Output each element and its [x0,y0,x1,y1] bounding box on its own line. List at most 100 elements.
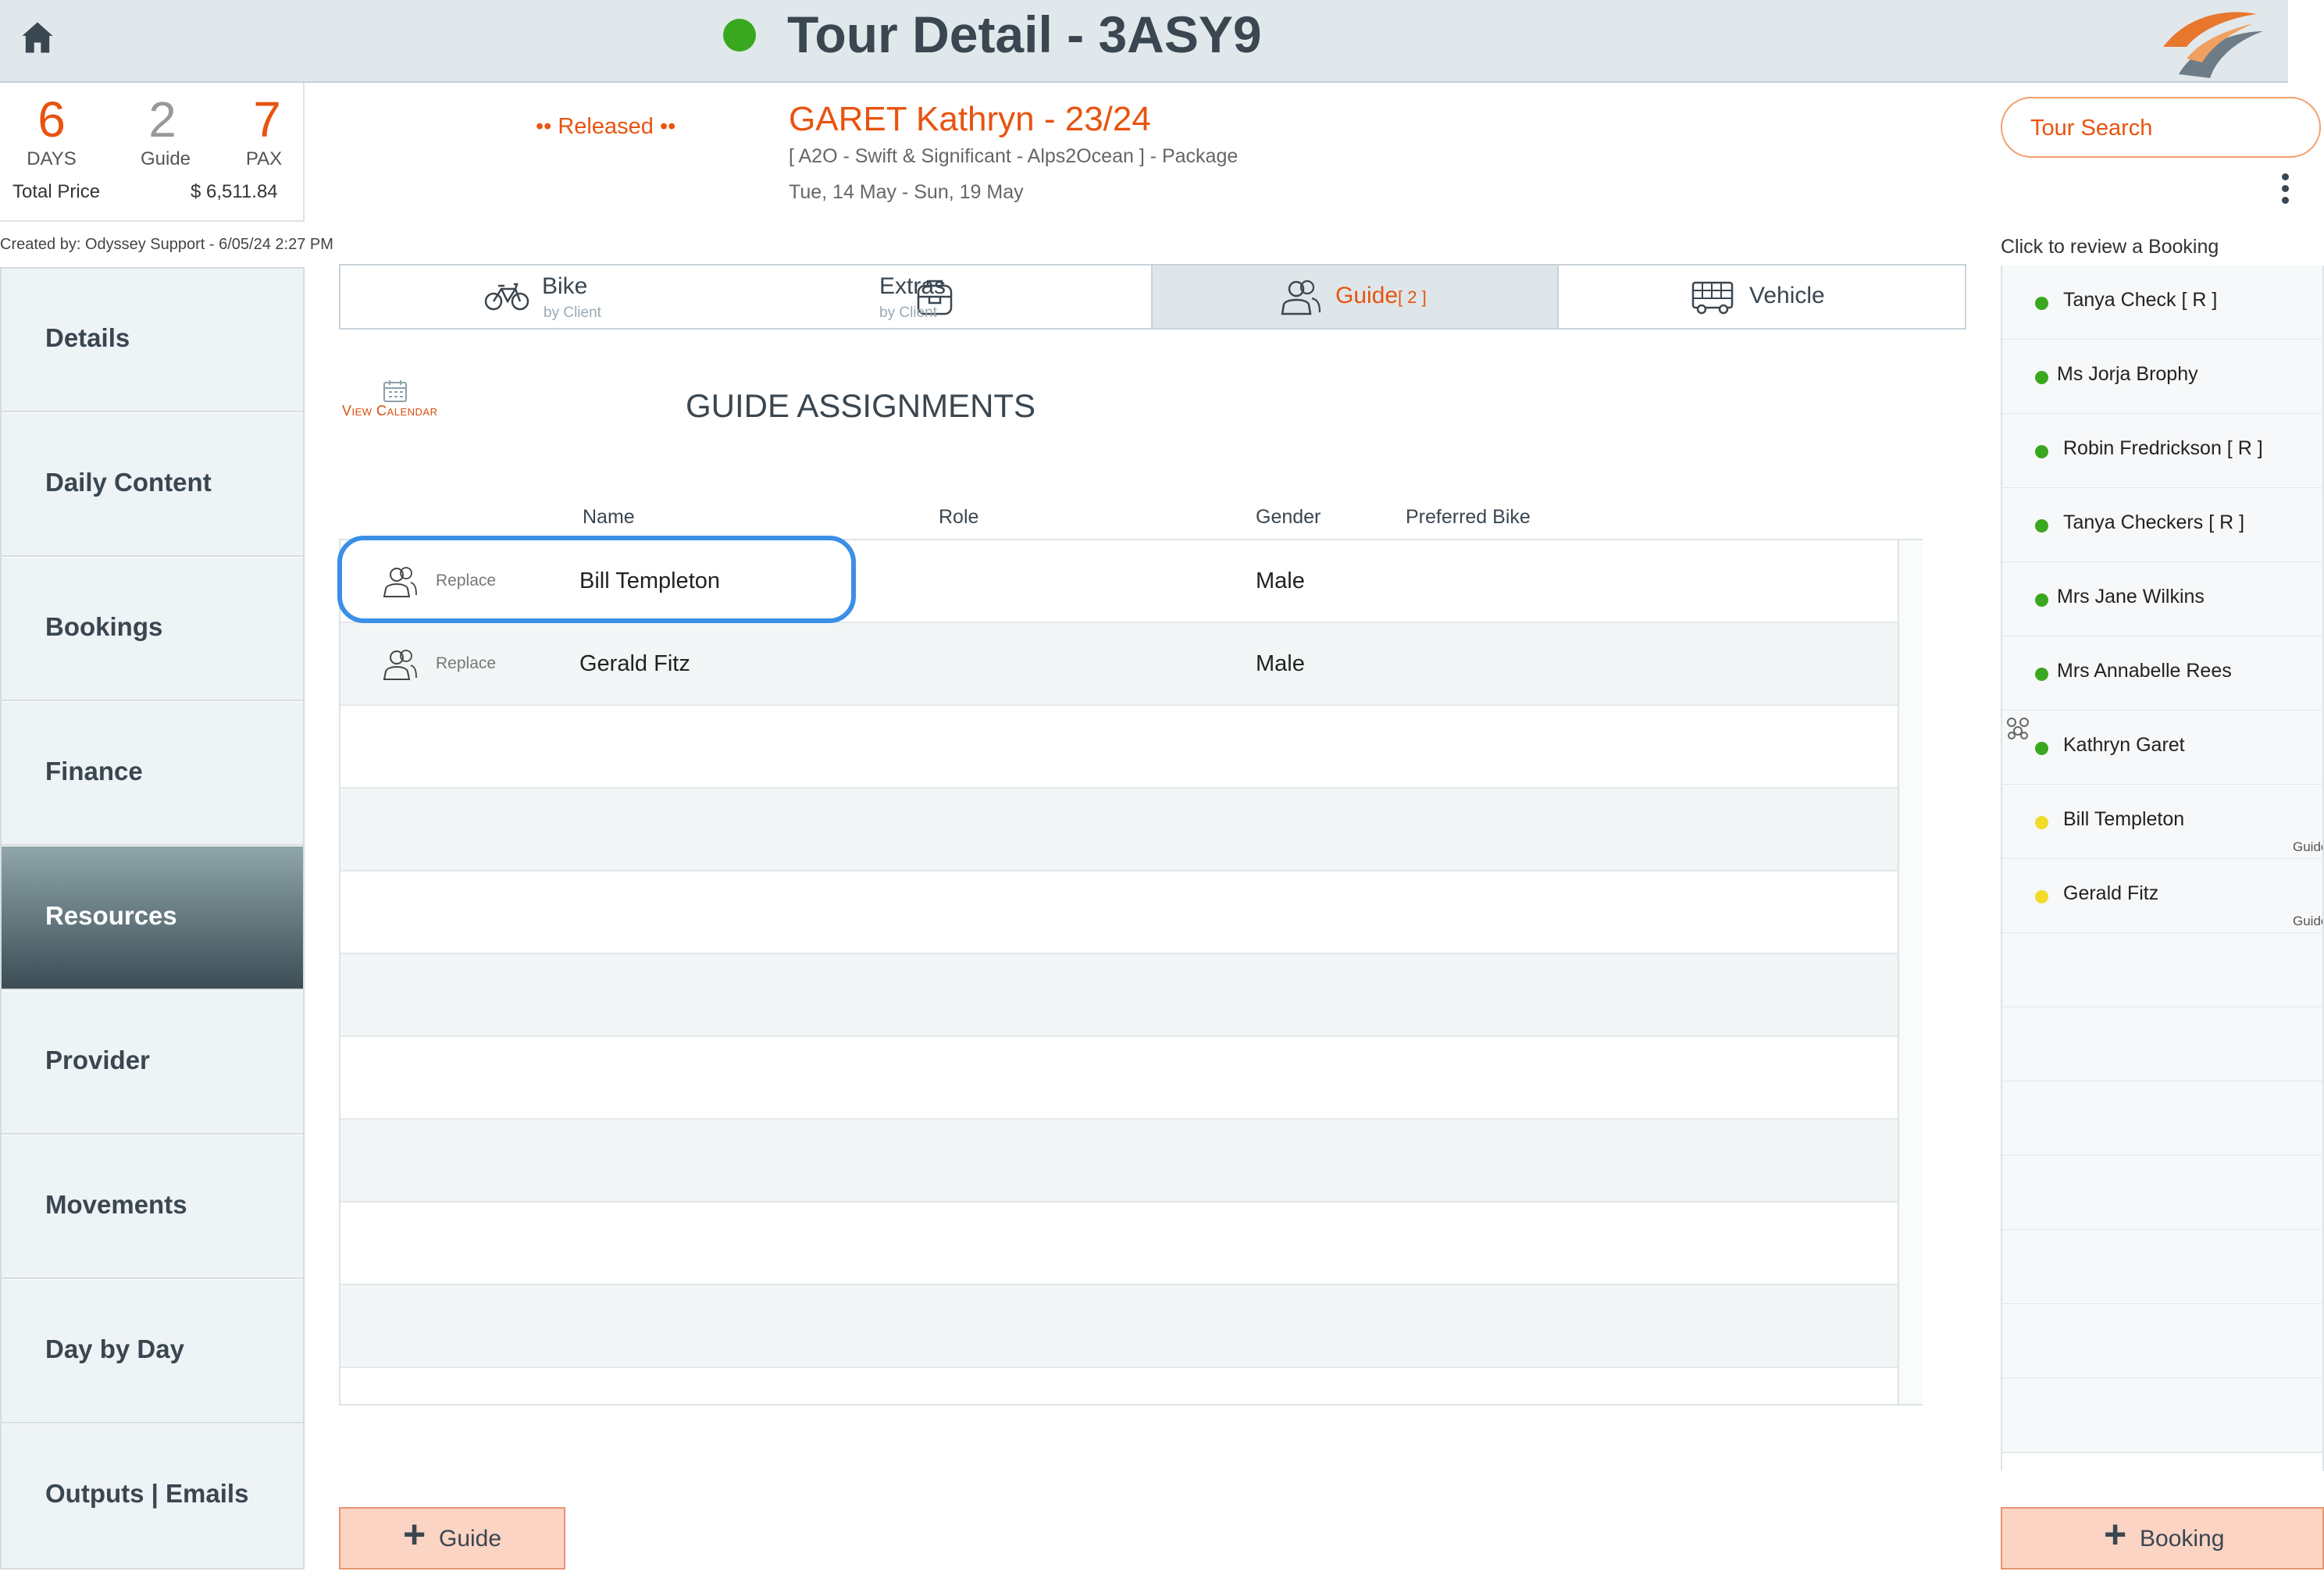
table-row-empty [340,1037,1899,1120]
tab-bike-label: Bike [542,273,588,299]
tour-dates: Tue, 14 May - Sun, 19 May [789,181,1024,203]
booking-list-item-empty [2002,1230,2322,1305]
days-value: 6 [37,91,66,148]
tab-bike-sub: by Client [544,305,601,321]
tab-extras-sub: by Client [879,305,937,321]
status-dot [2035,668,2048,681]
more-options-icon[interactable] [2277,173,2293,214]
person-icon [383,650,417,680]
view-calendar-link[interactable]: View Calendar [342,379,475,419]
days-label: DAYS [27,148,77,169]
status-dot [2035,519,2048,533]
status-dot [2035,371,2048,384]
tab-vehicle-label: Vehicle [1749,283,1825,308]
replace-button[interactable]: Replace [436,654,496,673]
tour-search-label: Tour Search [2030,116,2153,141]
status-dot [2035,445,2048,458]
sidebar-item-provider[interactable]: Provider [2,991,303,1135]
bicycle-icon [484,283,529,311]
booking-list-item[interactable]: Mrs Annabelle Rees [2002,636,2322,711]
tour-search-button[interactable]: Tour Search [2001,97,2321,158]
table-scrollbar[interactable] [1898,540,1923,1404]
add-booking-button[interactable]: + Booking [2001,1507,2324,1570]
table-row-empty [340,1203,1899,1285]
status-dot [2035,297,2048,310]
sidebar-item-label: Day by Day [45,1334,184,1363]
pax-value: 7 [253,91,281,148]
booking-list-item-empty [2002,1378,2322,1453]
plus-icon: + [2104,1513,2127,1556]
sidebar-item-outputs-emails[interactable]: Outputs | Emails [2,1424,303,1568]
status-dot [723,19,756,52]
company-logo [2163,12,2263,78]
booking-list-item[interactable]: Tanya Checkers [ R ] [2002,488,2322,563]
table-row[interactable]: Replace Gerald Fitz Male [340,623,1899,706]
people-icon [1281,280,1321,315]
status-dot [2035,816,2048,829]
add-guide-button[interactable]: + Guide [339,1507,565,1570]
sidebar-item-label: Details [45,323,130,352]
tab-vehicle[interactable]: Vehicle [1556,265,1965,328]
guide-gender: Male [1256,568,1305,593]
booking-name: Kathryn Garet [2063,734,2185,756]
booking-name: Mrs Annabelle Rees [2057,660,2232,682]
sidebar-item-movements[interactable]: Movements [2,1135,303,1279]
sidebar-item-label: Resources [45,901,177,930]
tab-extras[interactable]: Extras by Client [747,265,1151,328]
view-calendar-label: View Calendar [342,403,438,419]
client-name: GARET Kathryn - 23/24 [789,100,1151,138]
sidebar-item-finance[interactable]: Finance [2,702,303,846]
booking-name: Robin Fredrickson [ R ] [2063,437,2263,459]
tab-bike[interactable]: Bike by Client [340,265,747,328]
created-by: Created by: Odyssey Support - 6/05/24 2:… [0,236,333,253]
tour-status: •• Released •• [536,114,676,139]
header-bar: Tour Detail - 3ASY9 [0,0,2288,83]
booking-name: Bill Templeton [2063,808,2185,830]
booking-list-item[interactable]: Mrs Jane Wilkins [2002,562,2322,637]
booking-list-item[interactable]: Robin Fredrickson [ R ] [2002,414,2322,489]
guide-name: Gerald Fitz [579,651,690,676]
total-price-value: $ 6,511.84 [191,181,278,202]
booking-list-item-empty [2002,1304,2322,1379]
calendar-icon [383,380,407,402]
tab-guide-label: Guide [1335,283,1399,308]
home-icon[interactable] [17,17,58,58]
status-dot [2035,742,2048,755]
sidebar-item-label: Movements [45,1190,187,1219]
sidebar-item-day-by-day[interactable]: Day by Day [2,1280,303,1423]
sidebar-item-label: Daily Content [45,468,212,497]
sidebar-item-bookings[interactable]: Bookings [2,558,303,701]
sidebar-item-resources[interactable]: Resources [2,846,303,990]
booking-list-item[interactable]: Ms Jorja Brophy [2002,340,2322,415]
column-header-name: Name [583,506,635,528]
booking-list-item[interactable]: Kathryn Garet [2002,711,2322,786]
bookings-list: Tanya Check [ R ] Ms Jorja Brophy Robin Fr… [2001,265,2324,1471]
booking-name: Tanya Check [ R ] [2063,289,2218,311]
sidebar: Details Daily Content Bookings Finance R… [0,267,305,1570]
bookings-panel-label: Click to review a Booking [2001,236,2219,258]
table-row-empty [340,954,1899,1037]
plus-icon: + [403,1513,426,1556]
booking-list-item[interactable]: Gerald Fitz Guide [2002,859,2322,934]
tab-guide-count: [ 2 ] [1398,287,1427,307]
tour-summary: 6 DAYS 2 Guide 7 PAX Total Price $ 6,511… [0,83,305,222]
booking-list-item-empty [2002,1081,2322,1156]
column-header-preferred-bike: Preferred Bike [1406,506,1531,528]
sidebar-item-daily-content[interactable]: Daily Content [2,413,303,557]
booking-role: Guide [2293,839,2322,854]
group-icon [2007,718,2029,739]
sidebar-item-details[interactable]: Details [2,269,303,412]
table-row-empty [340,871,1899,954]
booking-list-item[interactable]: Tanya Check [ R ] [2002,265,2322,340]
add-booking-label: Booking [2140,1526,2225,1552]
booking-list-item-empty [2002,1007,2322,1082]
booking-list-item[interactable]: Bill Templeton Guide [2002,785,2322,860]
page-title: Tour Detail - 3ASY9 [787,5,1262,63]
tab-guide[interactable]: Guide [ 2 ] [1151,265,1559,328]
guide-count-label: Guide [140,148,191,169]
table-row-empty [340,1285,1899,1368]
table-row-empty [340,1120,1899,1203]
column-header-role: Role [939,506,979,528]
status-dot [2035,890,2048,903]
booking-name: Ms Jorja Brophy [2057,363,2198,385]
